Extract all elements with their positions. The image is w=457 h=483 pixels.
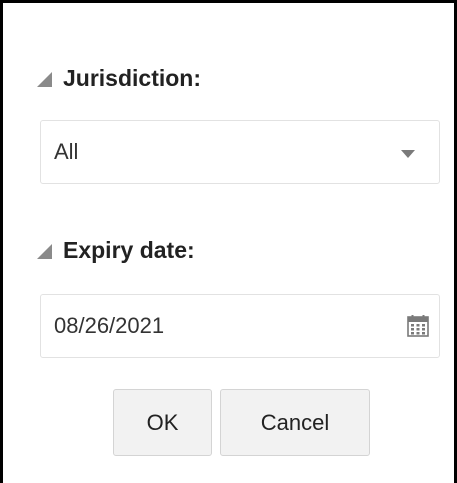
expiry-date-label[interactable]: Expiry date: — [37, 237, 195, 264]
collapse-triangle-icon[interactable] — [37, 72, 52, 87]
jurisdiction-select[interactable]: All — [40, 120, 440, 184]
expiry-date-label-text: Expiry date: — [63, 237, 195, 263]
jurisdiction-label-text: Jurisdiction: — [63, 65, 202, 91]
collapse-triangle-icon[interactable] — [37, 244, 52, 259]
expiry-date-value: 08/26/2021 — [54, 313, 165, 338]
calendar-icon[interactable] — [407, 315, 429, 337]
jurisdiction-selected-value: All — [54, 139, 79, 164]
expiry-date-input[interactable]: 08/26/2021 — [40, 294, 440, 358]
chevron-down-icon[interactable] — [401, 149, 415, 158]
filter-dialog: Jurisdiction: All Expiry date: 08/26/202… — [0, 0, 457, 483]
cancel-button[interactable]: Cancel — [220, 389, 370, 456]
jurisdiction-label[interactable]: Jurisdiction: — [37, 65, 201, 92]
ok-button[interactable]: OK — [113, 389, 212, 456]
